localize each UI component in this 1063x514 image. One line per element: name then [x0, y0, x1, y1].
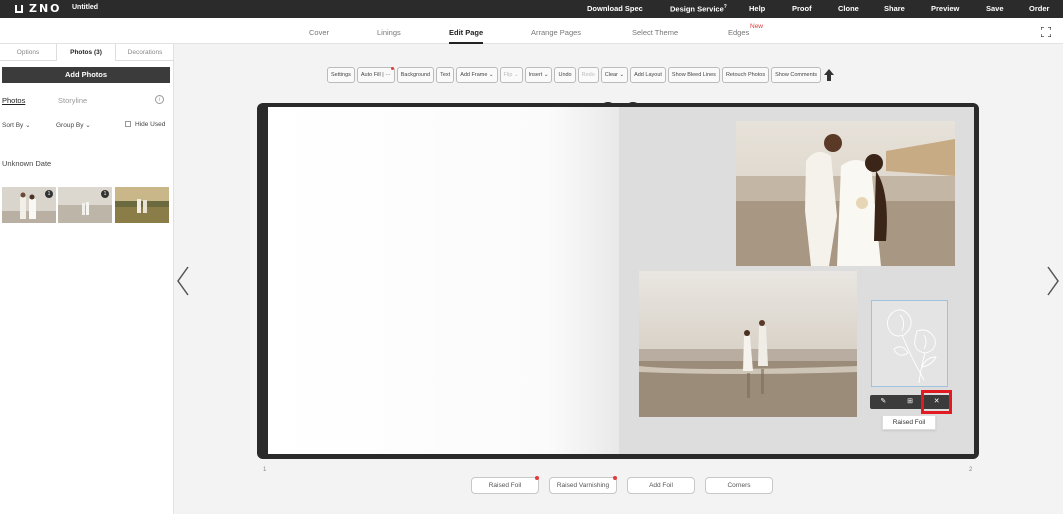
design-service-badge: ?	[723, 4, 727, 10]
clear-button[interactable]: Clear ⌄	[600, 67, 629, 83]
raised-varnishing-button[interactable]: Raised Varnishing	[549, 476, 617, 494]
photo-frame-couple[interactable]	[736, 121, 955, 266]
photo-thumbnail[interactable]	[115, 187, 169, 223]
group-by-label: Group By	[56, 122, 84, 129]
download-spec-link[interactable]: Download Spec	[587, 4, 643, 13]
add-frame-button[interactable]: Add Frame ⌄	[456, 67, 498, 83]
photo-thumbnail[interactable]: 1	[2, 187, 56, 223]
new-badge: New	[750, 23, 764, 30]
notification-dot	[613, 476, 617, 480]
tab-linings[interactable]: Linings	[377, 28, 401, 37]
panel-tabs: Options Photos (3) Decorations	[0, 44, 174, 61]
show-bleed-lines-button[interactable]: Show Bleed Lines	[667, 67, 720, 83]
group-by-dropdown[interactable]: Group By ⌄	[56, 121, 91, 129]
tab-options[interactable]: Options	[0, 44, 56, 61]
add-foil-button[interactable]: Add Foil	[627, 477, 695, 494]
tab-edges[interactable]: Edges	[728, 28, 749, 37]
logo-mark-icon	[15, 5, 23, 13]
finish-options-bar: Raised Foil Raised Varnishing Add Foil C…	[471, 476, 773, 494]
sort-by-dropdown[interactable]: Sort By ⌄	[2, 121, 31, 129]
raised-foil-button[interactable]: Raised Foil	[471, 476, 539, 494]
editor-tab-bar: Cover Linings Edit Page Arrange Pages Se…	[0, 18, 1063, 44]
photo-thumbnail[interactable]: 1	[58, 187, 112, 223]
edit-toolbar: Settings Auto Fill | ··· Background Text…	[327, 67, 835, 83]
corners-button[interactable]: Corners	[705, 477, 773, 494]
sort-by-label: Sort By	[2, 122, 24, 129]
flip-button[interactable]: Flip ⌄	[499, 67, 523, 83]
design-service-label: Design Service	[670, 4, 724, 14]
photo-frame-beach-walk[interactable]	[639, 271, 857, 417]
settings-button[interactable]: Settings	[327, 67, 355, 83]
raised-varnishing-label: Raised Varnishing	[556, 482, 610, 489]
raised-foil-tooltip: Raised Foil	[882, 415, 936, 430]
foil-decoration-frame[interactable]	[871, 300, 948, 387]
left-panel: Options Photos (3) Decorations Add Photo…	[0, 44, 174, 514]
tab-photos[interactable]: Photos (3)	[56, 44, 116, 61]
text-button[interactable]: Text	[436, 67, 455, 83]
undo-button[interactable]: Undo	[554, 67, 576, 83]
usage-badge: 1	[101, 190, 109, 198]
subtab-storyline[interactable]: Storyline	[58, 96, 87, 105]
left-page-number: 1	[263, 467, 267, 473]
insert-label: Insert	[528, 72, 543, 78]
notification-dot	[390, 67, 394, 70]
redo-button[interactable]: Redo	[577, 67, 599, 83]
previous-page-arrow-icon[interactable]	[176, 266, 190, 296]
order-link[interactable]: Order	[1029, 4, 1049, 13]
auto-fill-button[interactable]: Auto Fill | ···	[356, 67, 395, 83]
couple-embrace-image	[736, 121, 955, 266]
show-comments-button[interactable]: Show Comments	[771, 67, 821, 83]
auto-fill-label: Auto Fill	[360, 72, 381, 78]
arrow-up-icon[interactable]	[823, 67, 835, 83]
raised-foil-label: Raised Foil	[488, 482, 522, 489]
share-link[interactable]: Share	[884, 4, 905, 13]
tulip-line-art-icon	[887, 309, 937, 384]
tab-cover[interactable]: Cover	[309, 28, 329, 37]
save-link[interactable]: Save	[986, 4, 1004, 13]
add-frame-label: Add Frame	[460, 72, 488, 78]
usage-badge: 1	[45, 190, 53, 198]
edit-decoration-button[interactable]: ✎	[870, 395, 897, 409]
logo-text: ZNO	[29, 2, 62, 15]
subtab-photos[interactable]: Photos	[2, 96, 25, 105]
date-group-label: Unknown Date	[2, 159, 52, 168]
field-couple-photo	[115, 187, 169, 223]
logo[interactable]: ZNO	[15, 2, 62, 15]
top-bar: ZNO Untitled Download Spec Design Servic…	[0, 0, 1063, 18]
fullscreen-icon[interactable]	[1041, 27, 1051, 37]
preview-link[interactable]: Preview	[931, 4, 959, 13]
design-service-link[interactable]: Design Service?	[670, 4, 727, 14]
insert-button[interactable]: Insert ⌄	[524, 67, 553, 83]
notification-dot	[535, 476, 539, 480]
flip-label: Flip	[503, 72, 513, 78]
arrange-grid-button[interactable]: ⊞	[897, 395, 924, 409]
document-title[interactable]: Untitled	[72, 4, 98, 11]
next-page-arrow-icon[interactable]	[1046, 266, 1060, 296]
tab-decorations[interactable]: Decorations	[116, 44, 174, 61]
clone-link[interactable]: Clone	[838, 4, 859, 13]
tab-select-theme[interactable]: Select Theme	[632, 28, 678, 37]
hide-used-checkbox[interactable]	[125, 121, 131, 127]
info-icon[interactable]: i	[155, 95, 164, 104]
delete-button-highlight	[921, 390, 952, 414]
proof-link[interactable]: Proof	[792, 4, 812, 13]
hide-used-label: Hide Used	[135, 121, 166, 128]
retouch-photos-button[interactable]: Retouch Photos	[721, 67, 770, 83]
beach-walk-image	[639, 271, 857, 417]
tab-arrange-pages[interactable]: Arrange Pages	[531, 28, 581, 37]
add-layout-button[interactable]: Add Layout	[630, 67, 666, 83]
add-photos-button[interactable]: Add Photos	[2, 67, 170, 83]
clear-label: Clear	[604, 72, 618, 78]
help-link[interactable]: Help	[749, 4, 765, 13]
background-button[interactable]: Background	[396, 67, 435, 83]
right-page-number: 2	[969, 467, 973, 473]
tab-edit-page[interactable]: Edit Page	[449, 28, 484, 44]
left-page[interactable]	[268, 107, 619, 454]
